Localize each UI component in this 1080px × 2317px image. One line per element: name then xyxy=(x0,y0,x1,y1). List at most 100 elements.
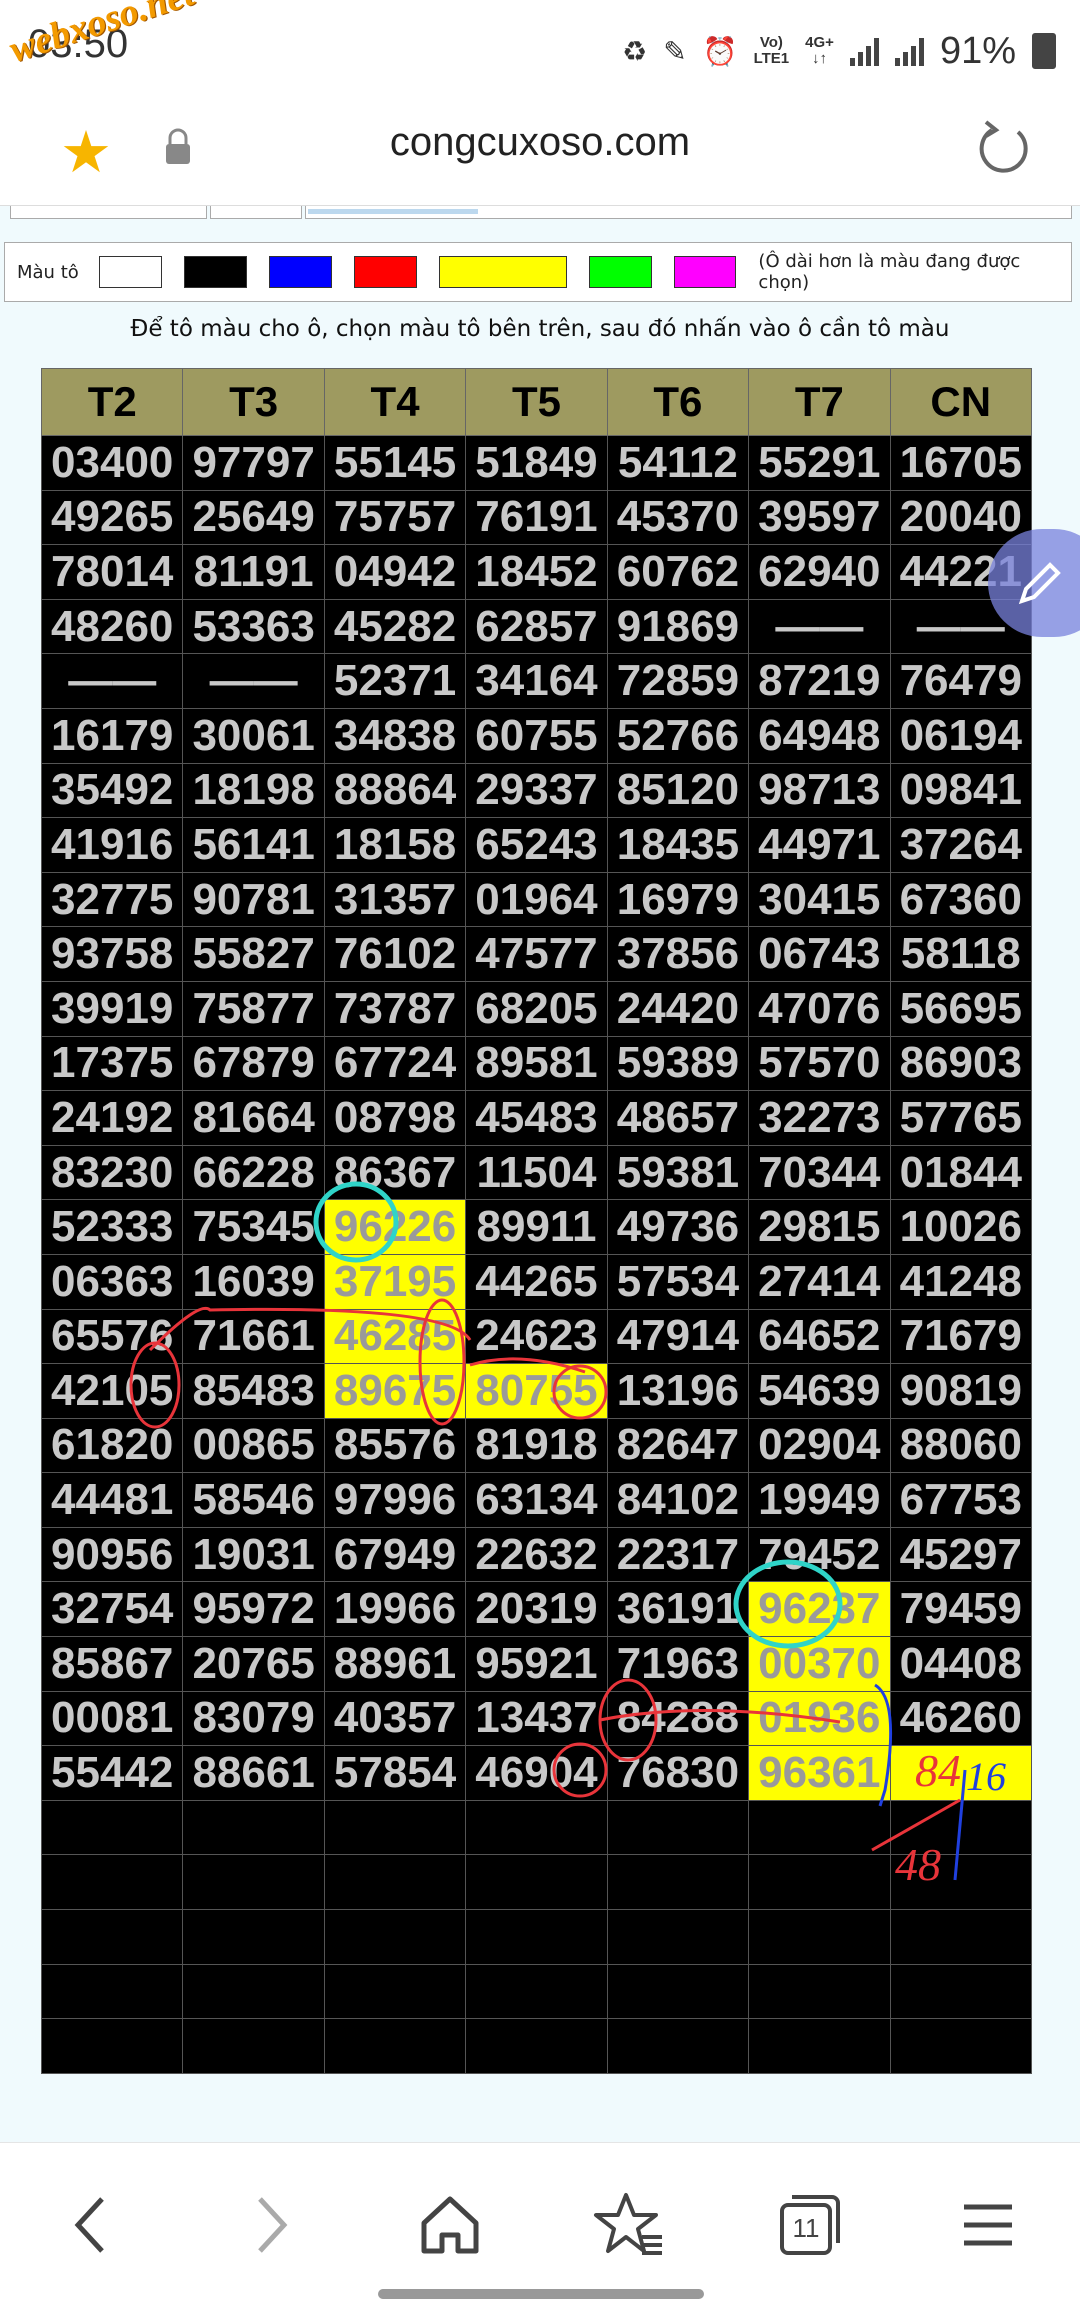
table-cell[interactable]: 64652 xyxy=(748,1308,891,1365)
table-cell[interactable]: 22632 xyxy=(465,1526,608,1583)
table-cell[interactable] xyxy=(323,1963,467,2020)
form-field-3[interactable] xyxy=(305,206,1072,219)
table-cell[interactable]: 76479 xyxy=(889,653,1033,709)
table-cell[interactable] xyxy=(40,1909,184,1965)
table-cell[interactable]: 71661 xyxy=(182,1308,325,1365)
home-icon[interactable] xyxy=(410,2185,490,2265)
table-cell[interactable] xyxy=(40,1963,184,2020)
table-cell[interactable]: 11504 xyxy=(465,1144,608,1201)
table-cell[interactable]: 41248 xyxy=(889,1253,1033,1310)
table-cell[interactable]: 34838 xyxy=(323,707,467,764)
table-cell[interactable]: 81191 xyxy=(182,544,325,600)
table-cell[interactable]: 19031 xyxy=(182,1526,325,1583)
table-cell[interactable]: 45483 xyxy=(465,1090,608,1146)
table-cell[interactable]: 16179 xyxy=(40,707,184,764)
table-cell[interactable] xyxy=(465,1799,608,1856)
table-cell[interactable]: 27414 xyxy=(748,1253,891,1310)
table-cell[interactable]: 57765 xyxy=(889,1090,1033,1146)
table-cell[interactable]: 48260 xyxy=(40,598,184,655)
table-cell[interactable]: 55145 xyxy=(323,435,467,491)
table-cell[interactable] xyxy=(606,1963,750,2020)
table-cell[interactable]: 57854 xyxy=(323,1745,467,1801)
table-cell[interactable]: 32754 xyxy=(40,1581,184,1638)
table-cell[interactable]: 40357 xyxy=(323,1690,467,1747)
table-cell[interactable]: 46260 xyxy=(889,1690,1033,1747)
table-cell[interactable]: 49736 xyxy=(606,1199,750,1255)
table-cell[interactable]: 79452 xyxy=(748,1526,891,1583)
table-cell[interactable]: 59381 xyxy=(606,1144,750,1201)
table-cell[interactable]: —— xyxy=(40,653,184,709)
table-cell[interactable]: 67879 xyxy=(182,1035,325,1092)
table-cell[interactable]: 36191 xyxy=(606,1581,750,1638)
table-cell[interactable] xyxy=(748,1963,891,2020)
table-cell[interactable]: 67949 xyxy=(323,1526,467,1583)
table-cell[interactable]: 47914 xyxy=(606,1308,750,1365)
table-cell[interactable]: 91869 xyxy=(606,598,750,655)
table-cell[interactable]: 03400 xyxy=(40,435,184,491)
table-cell[interactable] xyxy=(40,2018,184,2074)
table-cell[interactable]: 97996 xyxy=(323,1472,467,1528)
table-cell[interactable]: 76830 xyxy=(606,1745,750,1801)
table-cell[interactable]: 06194 xyxy=(889,707,1033,764)
table-cell[interactable]: 34164 xyxy=(465,653,608,709)
table-cell[interactable]: 22317 xyxy=(606,1526,750,1583)
table-cell[interactable] xyxy=(465,1854,608,1911)
table-cell[interactable]: 71679 xyxy=(889,1308,1033,1365)
swatch-white[interactable] xyxy=(99,256,163,288)
table-cell[interactable] xyxy=(606,1909,750,1965)
table-cell[interactable]: 29815 xyxy=(748,1199,891,1255)
table-cell[interactable] xyxy=(606,2018,750,2074)
table-cell[interactable]: 55827 xyxy=(182,926,325,982)
table-cell[interactable]: 65576 xyxy=(40,1308,184,1365)
table-cell[interactable] xyxy=(323,2018,467,2074)
table-cell[interactable]: 47076 xyxy=(748,980,891,1037)
table-cell[interactable]: 00081 xyxy=(40,1690,184,1747)
table-cell[interactable]: 83079 xyxy=(182,1690,325,1747)
table-cell[interactable]: 16979 xyxy=(606,871,750,928)
table-cell[interactable]: 79459 xyxy=(889,1581,1033,1638)
swatch-black[interactable] xyxy=(184,256,248,288)
tabs-button[interactable]: 11 xyxy=(770,2185,850,2265)
table-cell[interactable]: 42105 xyxy=(40,1363,184,1419)
table-cell[interactable]: 18452 xyxy=(465,544,608,600)
table-cell[interactable]: 89675 xyxy=(323,1363,467,1419)
table-cell[interactable]: 88961 xyxy=(323,1636,467,1692)
table-cell[interactable]: 76102 xyxy=(323,926,467,982)
table-cell[interactable]: 85120 xyxy=(606,762,750,819)
table-cell[interactable] xyxy=(323,1799,467,1856)
table-cell[interactable]: 93758 xyxy=(40,926,184,982)
swatch-green[interactable] xyxy=(588,256,652,288)
table-cell[interactable]: 18435 xyxy=(606,817,750,873)
table-cell[interactable] xyxy=(182,2018,325,2074)
table-cell[interactable]: 58546 xyxy=(182,1472,325,1528)
table-cell[interactable] xyxy=(889,2018,1033,2074)
table-cell[interactable]: 18158 xyxy=(323,817,467,873)
table-cell[interactable] xyxy=(40,1854,184,1911)
table-cell[interactable]: 86367 xyxy=(323,1144,467,1201)
table-cell[interactable]: 04942 xyxy=(323,544,467,600)
table-cell[interactable]: 06743 xyxy=(748,926,891,982)
table-cell[interactable]: 16039 xyxy=(182,1253,325,1310)
gesture-handle[interactable] xyxy=(378,2289,704,2299)
table-cell[interactable]: 37264 xyxy=(889,817,1033,873)
table-cell[interactable]: 19949 xyxy=(748,1472,891,1528)
table-cell[interactable]: 49265 xyxy=(40,489,184,546)
table-cell[interactable]: 67753 xyxy=(889,1472,1033,1528)
table-cell[interactable]: 44971 xyxy=(748,817,891,873)
table-cell[interactable]: 20765 xyxy=(182,1636,325,1692)
table-cell[interactable]: 73787 xyxy=(323,980,467,1037)
table-cell[interactable]: 67724 xyxy=(323,1035,467,1092)
table-cell[interactable]: 95972 xyxy=(182,1581,325,1638)
table-cell[interactable]: 56695 xyxy=(889,980,1033,1037)
table-cell[interactable]: 52766 xyxy=(606,707,750,764)
table-cell[interactable] xyxy=(182,1799,325,1856)
table-cell[interactable]: 46285 xyxy=(323,1308,467,1365)
table-cell[interactable] xyxy=(182,1854,325,1911)
table-cell[interactable]: —— xyxy=(748,598,891,655)
table-cell[interactable]: 04408 xyxy=(889,1636,1033,1692)
table-cell[interactable]: 02904 xyxy=(748,1417,891,1474)
table-cell[interactable]: 62940 xyxy=(748,544,891,600)
table-cell[interactable] xyxy=(323,1909,467,1965)
table-cell[interactable]: 08798 xyxy=(323,1090,467,1146)
form-field-1[interactable] xyxy=(10,206,207,219)
